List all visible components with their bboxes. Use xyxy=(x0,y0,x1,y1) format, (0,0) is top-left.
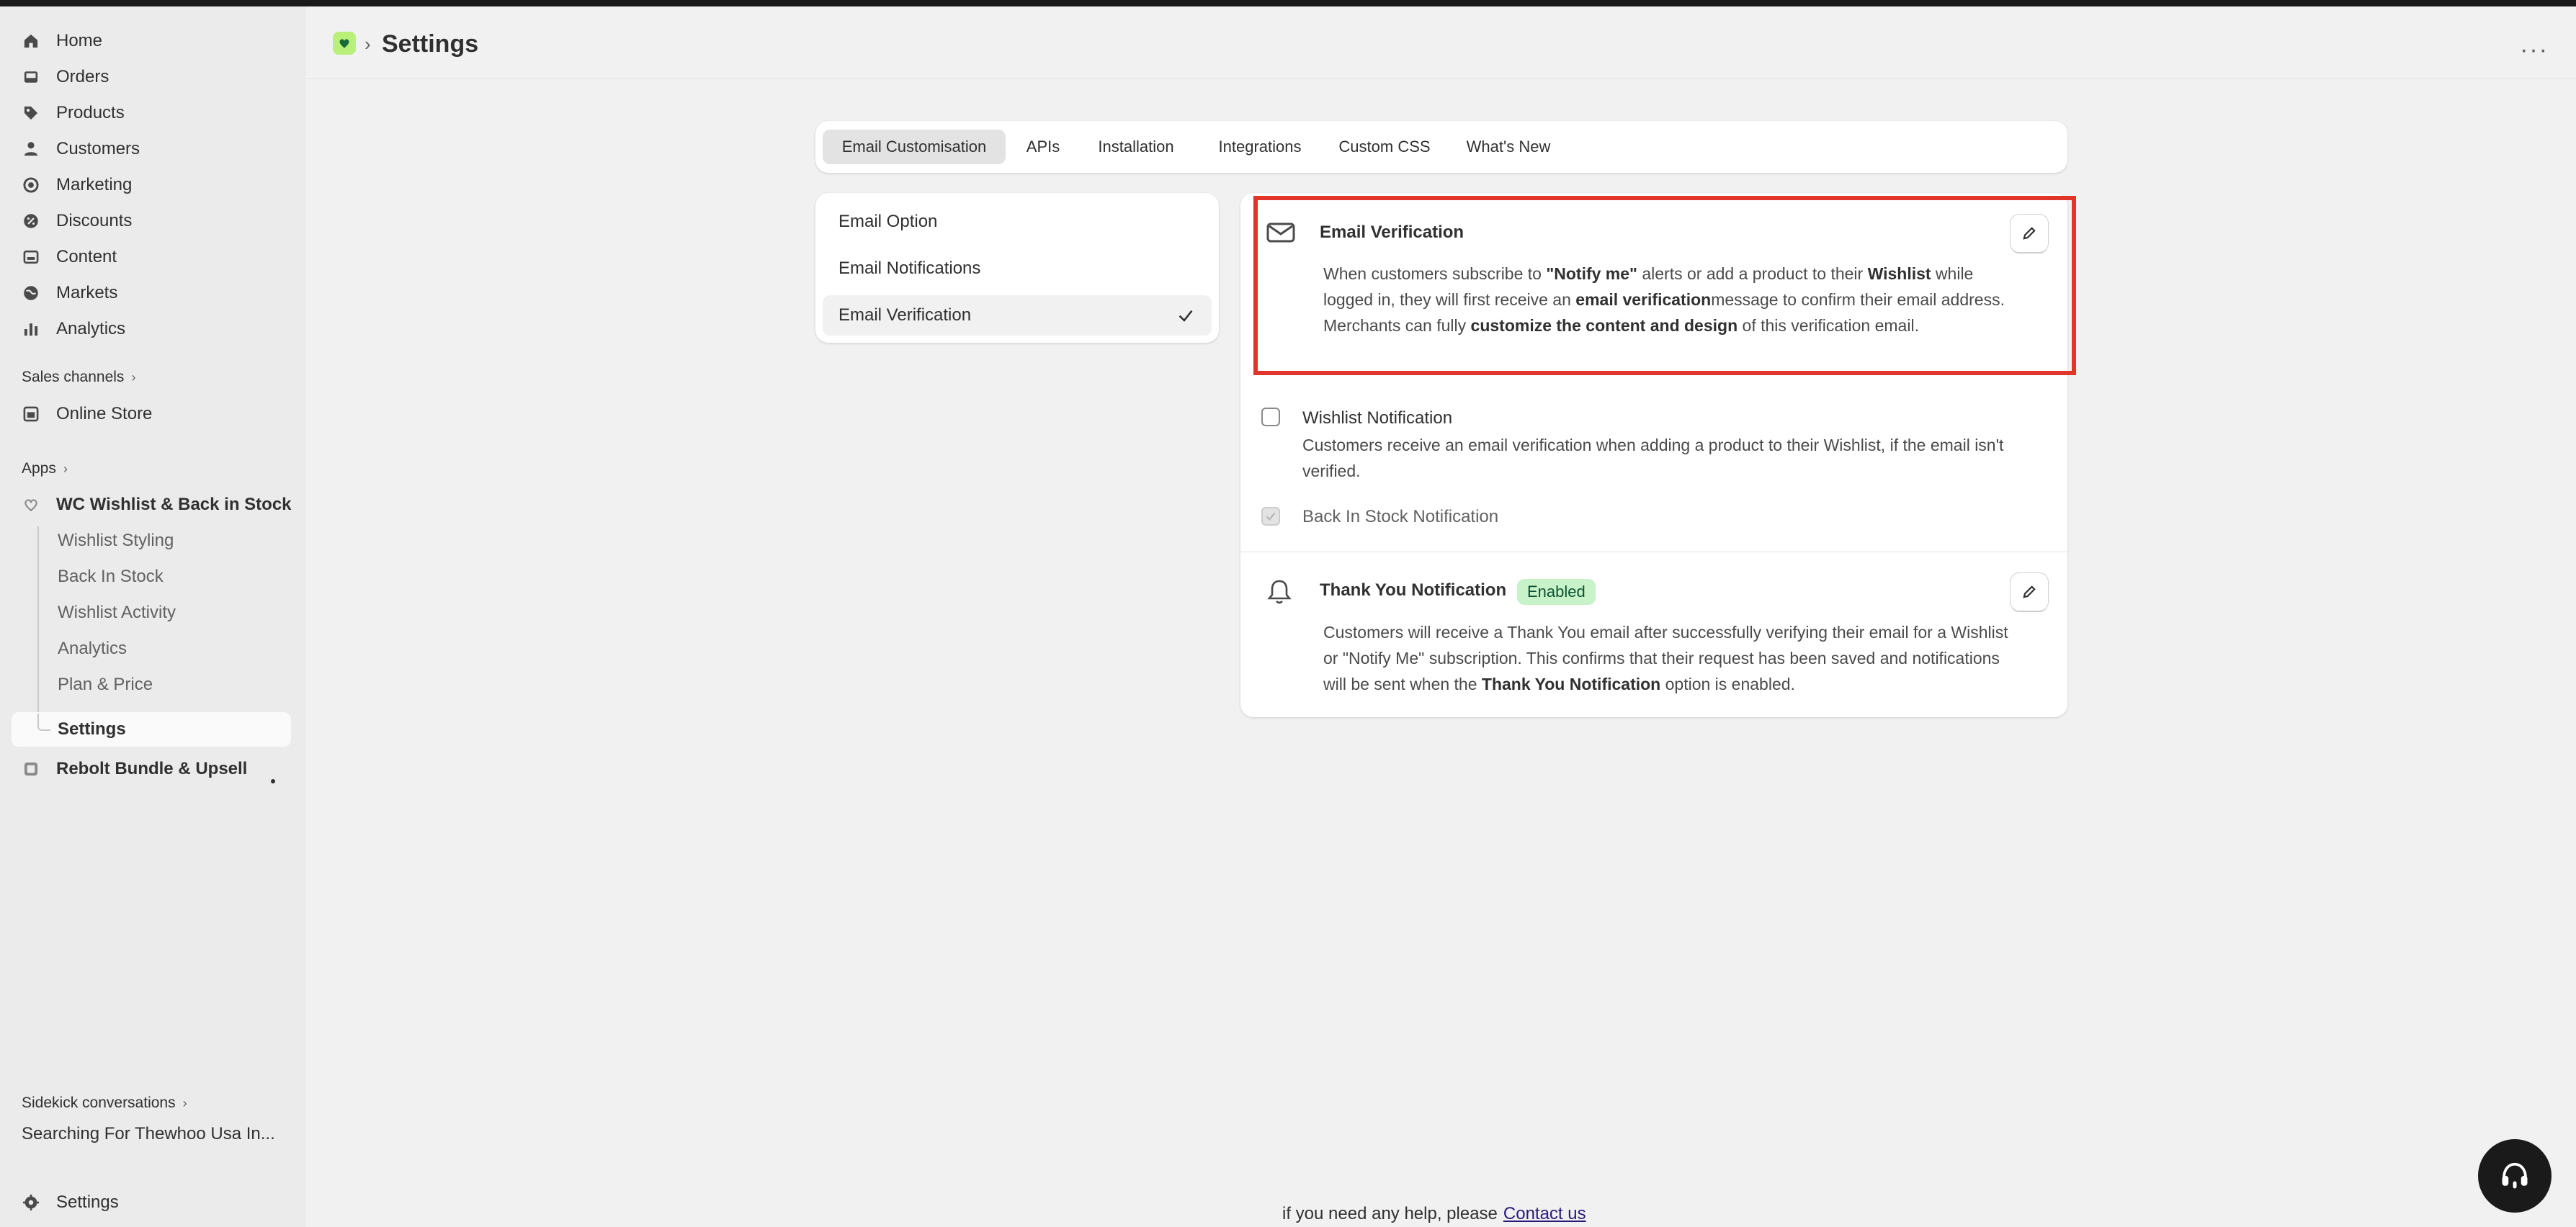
nav-marketing[interactable]: Marketing xyxy=(22,169,132,201)
nav-app-rebolt[interactable]: Rebolt Bundle & Upsell xyxy=(22,753,247,785)
nav-online-store[interactable]: Online Store xyxy=(22,398,152,430)
app-heart-icon xyxy=(22,495,40,514)
nav-orders[interactable]: Orders xyxy=(22,61,109,93)
sidekick-conversation-item[interactable]: Searching For Thewhoo Usa In... xyxy=(22,1124,275,1144)
inbox-icon xyxy=(22,68,40,86)
wishlist-notification-description: Customers receive an email verification … xyxy=(1302,436,2004,480)
nav-markets[interactable]: Markets xyxy=(22,277,117,309)
page-title: Settings xyxy=(382,30,479,58)
contact-us-link[interactable]: Contact us xyxy=(1503,1204,1586,1223)
top-strip xyxy=(0,0,2576,6)
nav-label: Products xyxy=(56,103,125,122)
headset-icon xyxy=(2502,1162,2528,1189)
back-in-stock-checkbox[interactable] xyxy=(1261,507,1280,526)
subnav-wishlist-styling[interactable]: Wishlist Styling xyxy=(58,526,174,555)
subnav-analytics[interactable]: Analytics xyxy=(58,634,127,663)
option-email-verification[interactable]: Email Verification xyxy=(823,295,1212,336)
subnav-settings[interactable]: Settings xyxy=(58,715,126,744)
sidekick-header[interactable]: Sidekick conversations › xyxy=(22,1095,187,1112)
person-icon xyxy=(22,140,40,158)
wishlist-notification-label: Wishlist Notification xyxy=(1302,408,1453,428)
highlight-box xyxy=(1253,196,2076,375)
checkmark-icon xyxy=(1266,512,1276,521)
support-chat-button[interactable] xyxy=(2478,1139,2552,1213)
nav-label: Markets xyxy=(56,283,118,302)
tag-icon xyxy=(22,104,40,122)
chevron-right-icon: › xyxy=(63,461,68,476)
home-icon xyxy=(22,32,40,50)
store-icon xyxy=(22,405,40,423)
sales-channels-header[interactable]: Sales channels › xyxy=(22,369,135,386)
nav-customers[interactable]: Customers xyxy=(22,133,140,165)
thank-you-description: Customers will receive a Thank You email… xyxy=(1323,623,2008,693)
nav-analytics[interactable]: Analytics xyxy=(22,313,125,345)
email-options-list: Email Option Email Notifications Email V… xyxy=(815,193,1219,343)
nav-label: Analytics xyxy=(56,319,126,338)
subnav-wishlist-activity[interactable]: Wishlist Activity xyxy=(58,598,176,627)
header-divider xyxy=(306,78,2576,79)
nav-label: WC Wishlist & Back in Stock xyxy=(56,495,292,514)
box-icon xyxy=(22,760,40,778)
edit-thank-you-button[interactable] xyxy=(2011,573,2048,611)
active-pill xyxy=(12,712,291,747)
nav-products[interactable]: Products xyxy=(22,97,125,129)
discount-icon xyxy=(22,212,40,230)
sidekick-label: Sidekick conversations xyxy=(22,1095,176,1111)
sales-channels-label: Sales channels xyxy=(22,369,125,385)
nav-label: Settings xyxy=(56,1192,119,1212)
chevron-right-icon: › xyxy=(182,1095,187,1110)
wishlist-notification-checkbox[interactable] xyxy=(1261,408,1280,426)
bar-chart-icon xyxy=(22,320,40,338)
nav-label: Rebolt Bundle & Upsell xyxy=(56,759,248,778)
settings-tabs: Email Customisation APIs Installation In… xyxy=(815,121,2067,173)
nav-label: Content xyxy=(56,247,117,266)
option-label: Email Verification xyxy=(838,305,972,325)
thank-you-title: Thank You Notification xyxy=(1320,580,1507,600)
tab-whats-new[interactable]: What's New xyxy=(1452,130,1565,164)
tab-integrations[interactable]: Integrations xyxy=(1203,130,1317,164)
option-email-option[interactable]: Email Option xyxy=(823,202,1212,242)
target-icon xyxy=(22,176,40,194)
nav-content[interactable]: Content xyxy=(22,241,117,273)
bell-icon xyxy=(1267,580,1292,604)
tree-line xyxy=(37,526,39,732)
subnav-plan-price[interactable]: Plan & Price xyxy=(58,670,153,699)
back-in-stock-label: Back In Stock Notification xyxy=(1302,507,1499,526)
checkmark-icon xyxy=(1179,310,1193,322)
tab-installation[interactable]: Installation xyxy=(1082,130,1190,164)
nav-label: Marketing xyxy=(56,175,133,194)
tab-custom-css[interactable]: Custom CSS xyxy=(1330,130,1439,164)
nav-label: Orders xyxy=(56,67,109,86)
status-badge: Enabled xyxy=(1517,579,1596,605)
nav-discounts[interactable]: Discounts xyxy=(22,205,132,237)
tree-elbow xyxy=(37,714,50,731)
subnav-back-in-stock[interactable]: Back In Stock xyxy=(58,562,164,591)
globe-icon xyxy=(22,284,40,302)
app-window: Home Orders Products Customers Marketing… xyxy=(0,0,2576,1227)
app-logo-icon[interactable] xyxy=(333,32,356,55)
pin-dot xyxy=(271,779,275,783)
nav-home[interactable]: Home xyxy=(22,25,102,57)
nav-label: Home xyxy=(56,31,103,50)
help-text: if you need any help, please xyxy=(1282,1204,1498,1223)
tab-email-customisation[interactable]: Email Customisation xyxy=(823,130,1006,164)
gear-icon xyxy=(22,1193,40,1212)
nav-app-wishlist[interactable]: WC Wishlist & Back in Stock xyxy=(22,489,292,521)
apps-label: Apps xyxy=(22,460,56,477)
help-footer: if you need any help, please Contact us xyxy=(1282,1204,1586,1224)
nav-label: Discounts xyxy=(56,211,133,230)
pencil-icon xyxy=(2023,585,2036,598)
breadcrumb-chevron-icon: › xyxy=(365,33,371,55)
nav-settings[interactable]: Settings xyxy=(22,1187,119,1218)
content-icon xyxy=(22,248,40,266)
nav-label: Online Store xyxy=(56,404,153,423)
tab-apis[interactable]: APIs xyxy=(1016,130,1070,164)
nav-label: Customers xyxy=(56,139,140,158)
sidebar: Home Orders Products Customers Marketing… xyxy=(0,6,306,1227)
option-email-notifications[interactable]: Email Notifications xyxy=(823,248,1212,289)
more-options-icon[interactable]: ··· xyxy=(2520,36,2549,64)
chevron-right-icon: › xyxy=(131,369,136,385)
apps-header[interactable]: Apps › xyxy=(22,460,68,477)
